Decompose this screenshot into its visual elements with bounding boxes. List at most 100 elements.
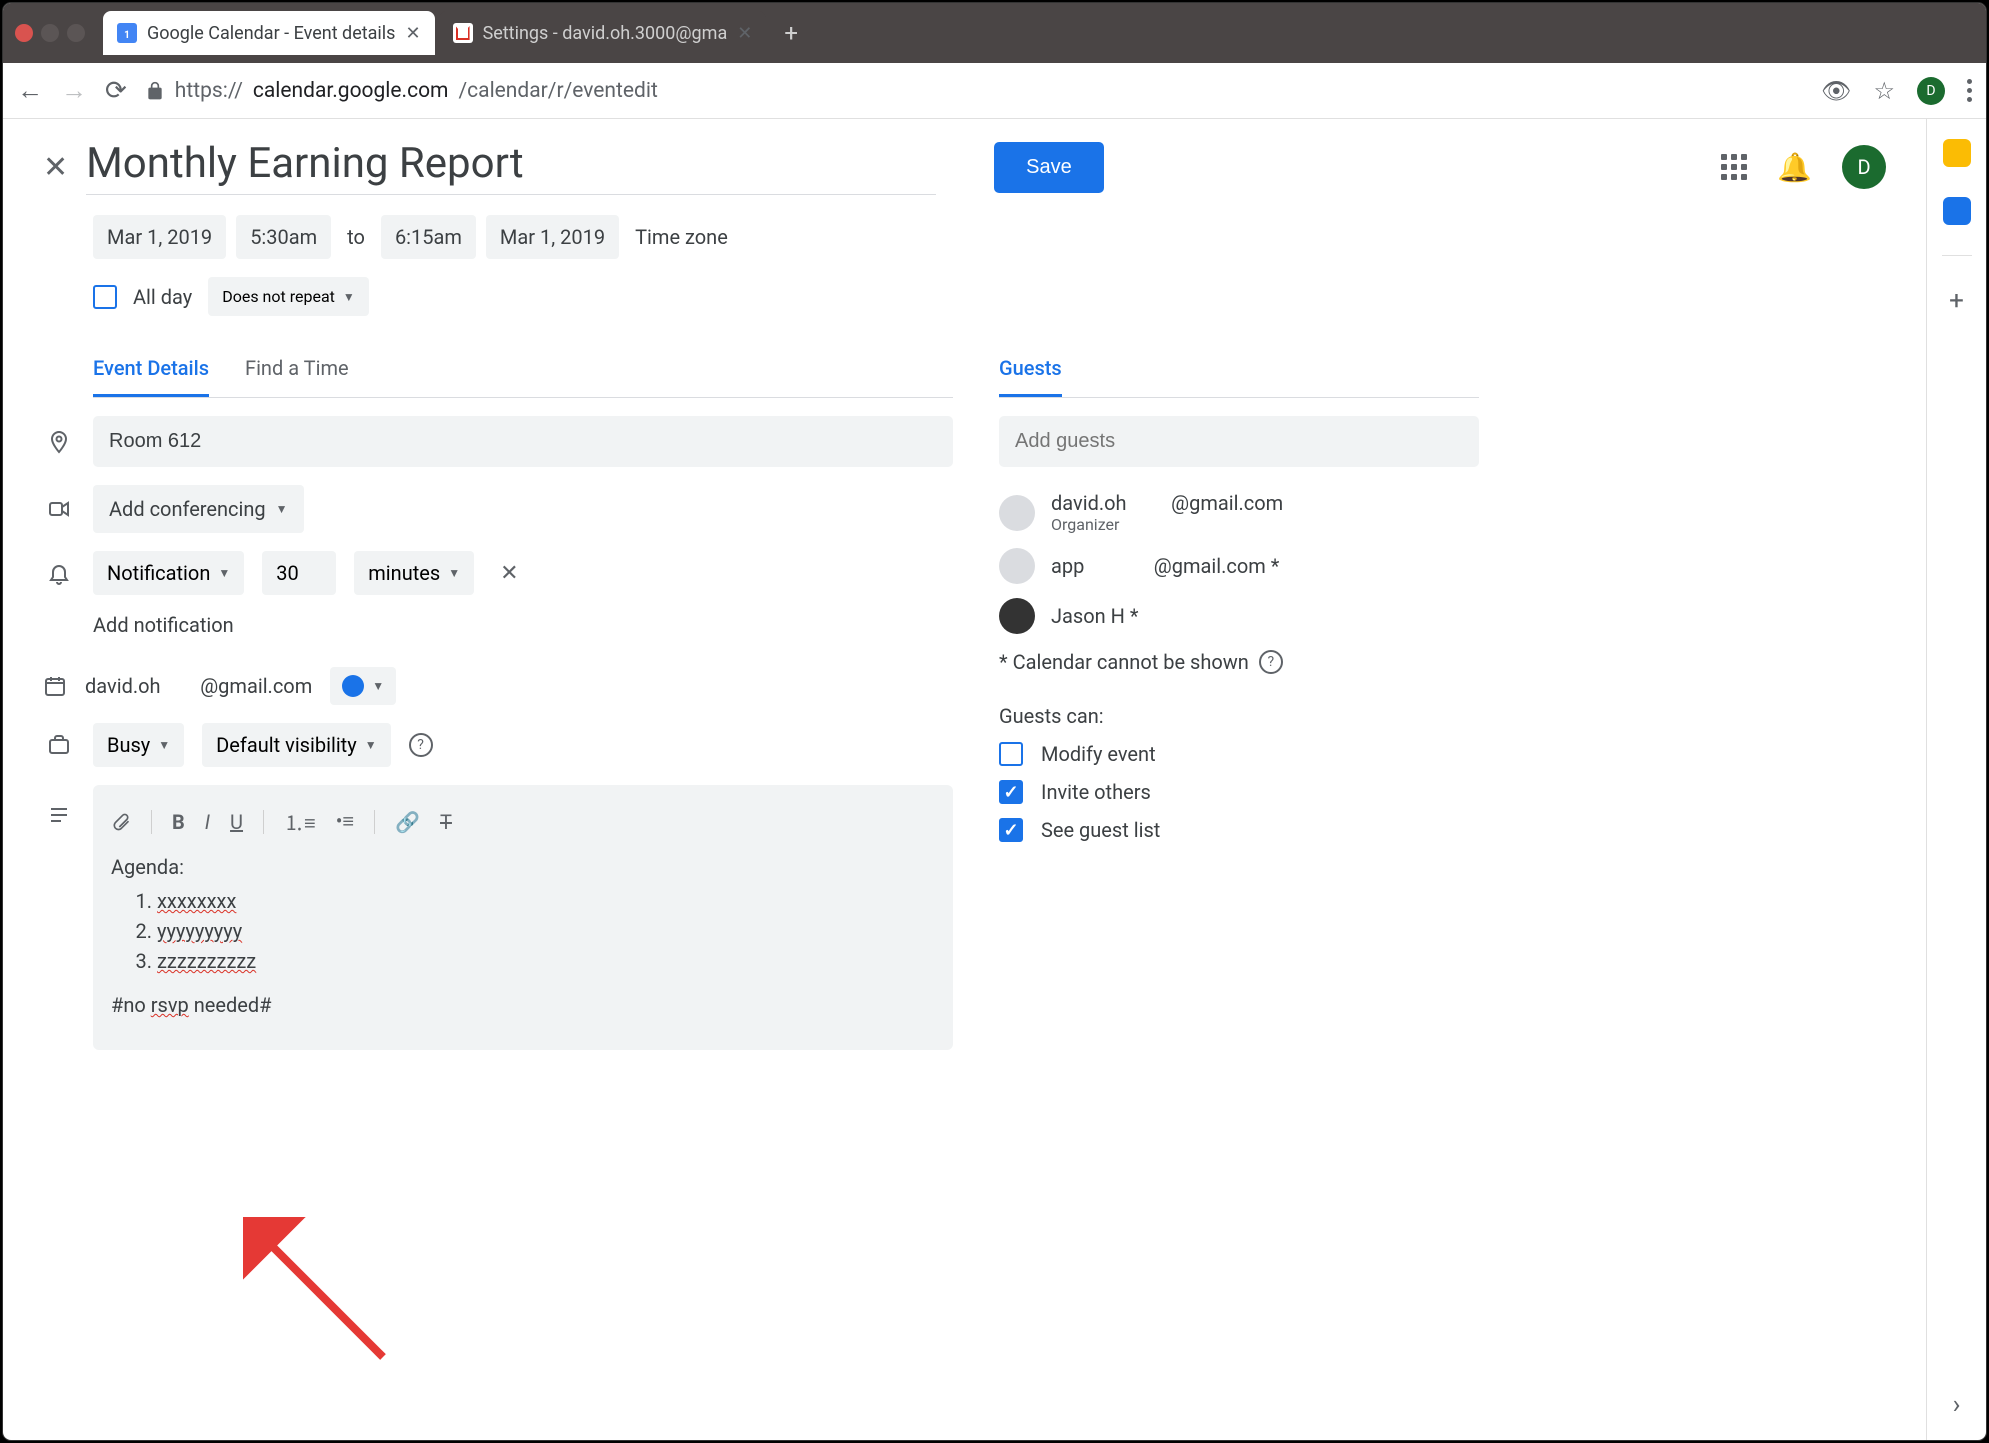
tab-title: Settings - david.oh.3000@gma bbox=[483, 23, 728, 44]
description-footer: #no rsvp needed# bbox=[111, 990, 935, 1020]
add-addon-button[interactable]: + bbox=[1949, 286, 1964, 316]
repeat-select[interactable]: Does not repeat ▼ bbox=[208, 277, 369, 316]
nav-forward-icon[interactable]: → bbox=[61, 75, 87, 106]
annotation-arrow-icon bbox=[243, 1217, 403, 1377]
guest-permissions-title: Guests can: bbox=[999, 704, 1479, 728]
add-guests-input[interactable] bbox=[999, 416, 1479, 467]
event-title-input[interactable]: Monthly Earning Report bbox=[86, 139, 936, 195]
attach-icon[interactable] bbox=[111, 812, 131, 832]
bold-icon[interactable]: B bbox=[172, 810, 185, 834]
gmail-favicon-icon bbox=[453, 23, 473, 43]
browser-tab-inactive[interactable]: Settings - david.oh.3000@gma ✕ bbox=[439, 11, 767, 55]
tab-find-a-time[interactable]: Find a Time bbox=[245, 356, 349, 397]
perm-label: Modify event bbox=[1041, 742, 1156, 766]
notification-unit-select[interactable]: minutes▼ bbox=[354, 551, 474, 595]
rail-divider bbox=[1942, 255, 1972, 256]
url-display[interactable]: https:// calendar.google.com/calendar/r/e… bbox=[145, 79, 1803, 103]
tab-close-icon[interactable]: ✕ bbox=[737, 23, 752, 44]
keep-icon[interactable] bbox=[1943, 139, 1971, 167]
chevron-down-icon: ▼ bbox=[218, 566, 230, 580]
tab-close-icon[interactable]: ✕ bbox=[405, 23, 420, 44]
end-time-input[interactable]: 6:15am bbox=[381, 215, 476, 259]
notification-value-input[interactable]: 30 bbox=[262, 551, 336, 595]
browser-address-bar: ← → ⟳ https:// calendar.google.com/calend… bbox=[3, 63, 1986, 119]
side-panel: + › bbox=[1926, 119, 1986, 1440]
chevron-down-icon: ▼ bbox=[158, 738, 170, 752]
google-apps-icon[interactable] bbox=[1721, 154, 1747, 180]
save-button[interactable]: Save bbox=[994, 142, 1104, 193]
all-day-checkbox[interactable] bbox=[93, 285, 117, 309]
start-date-input[interactable]: Mar 1, 2019 bbox=[93, 215, 226, 259]
guest-avatar-icon bbox=[999, 495, 1035, 531]
location-input[interactable] bbox=[93, 416, 953, 467]
remove-notification-button[interactable]: ✕ bbox=[500, 561, 518, 586]
bulleted-list-icon[interactable]: •≡ bbox=[336, 809, 354, 834]
guest-row[interactable]: Jason H * bbox=[999, 598, 1479, 634]
perm-label: See guest list bbox=[1041, 818, 1160, 842]
guest-row[interactable]: david.oh @gmail.com Organizer bbox=[999, 491, 1479, 534]
account-avatar[interactable]: D bbox=[1842, 145, 1886, 189]
nav-back-icon[interactable]: ← bbox=[17, 75, 43, 106]
notification-bell-icon bbox=[43, 561, 75, 585]
new-tab-button[interactable]: + bbox=[770, 19, 812, 47]
clear-format-icon[interactable]: T bbox=[440, 810, 452, 834]
chevron-down-icon: ▼ bbox=[276, 502, 288, 516]
note-help-icon[interactable]: ? bbox=[1259, 650, 1283, 674]
visibility-select[interactable]: Default visibility▼ bbox=[202, 723, 390, 767]
end-date-input[interactable]: Mar 1, 2019 bbox=[486, 215, 619, 259]
browser-menu-icon[interactable] bbox=[1967, 79, 1972, 102]
guest-role: Organizer bbox=[1051, 515, 1283, 534]
perm-label: Invite others bbox=[1041, 780, 1151, 804]
location-pin-icon bbox=[43, 430, 75, 454]
guest-avatar-icon bbox=[999, 548, 1035, 584]
chevron-down-icon: ▼ bbox=[448, 566, 460, 580]
timezone-button[interactable]: Time zone bbox=[629, 215, 734, 259]
expand-side-panel-icon[interactable]: › bbox=[1953, 1390, 1961, 1420]
chevron-down-icon: ▼ bbox=[372, 679, 384, 693]
guest-email: Jason H * bbox=[1051, 604, 1139, 628]
guest-email: david.oh @gmail.com bbox=[1051, 491, 1283, 515]
numbered-list-icon[interactable]: ⒈≡ bbox=[284, 807, 316, 836]
visibility-help-icon[interactable]: ? bbox=[409, 733, 433, 757]
bookmark-star-icon[interactable]: ☆ bbox=[1873, 77, 1895, 105]
italic-icon[interactable]: I bbox=[205, 810, 210, 834]
notification-type-select[interactable]: Notification▼ bbox=[93, 551, 244, 595]
tab-guests[interactable]: Guests bbox=[999, 356, 1062, 397]
add-notification-button[interactable]: Add notification bbox=[93, 613, 953, 637]
start-time-input[interactable]: 5:30am bbox=[236, 215, 331, 259]
calendar-favicon-icon: 1 bbox=[117, 23, 137, 43]
window-close-button[interactable] bbox=[15, 24, 33, 42]
list-item: zzzzzzzzzz bbox=[157, 949, 256, 973]
description-editor[interactable]: Agenda: xxxxxxxx yyyyyyyyy zzzzzzzzzz #n… bbox=[111, 852, 935, 1020]
tasks-icon[interactable] bbox=[1943, 197, 1971, 225]
perm-modify-checkbox[interactable] bbox=[999, 742, 1023, 766]
url-prefix: https:// bbox=[175, 79, 243, 103]
calendar-color-select[interactable]: ▼ bbox=[330, 667, 396, 705]
tab-event-details[interactable]: Event Details bbox=[93, 356, 209, 397]
nav-reload-icon[interactable]: ⟳ bbox=[105, 76, 127, 106]
perm-guestlist-checkbox[interactable] bbox=[999, 818, 1023, 842]
perm-invite-checkbox[interactable] bbox=[999, 780, 1023, 804]
window-maximize-button[interactable] bbox=[67, 24, 85, 42]
url-domain: calendar.google.com bbox=[253, 79, 449, 103]
description-icon bbox=[43, 803, 75, 827]
link-icon[interactable]: 🔗 bbox=[395, 810, 420, 834]
underline-icon[interactable]: U bbox=[230, 810, 243, 834]
video-camera-icon bbox=[43, 497, 75, 521]
availability-select[interactable]: Busy▼ bbox=[93, 723, 184, 767]
browser-tab-active[interactable]: 1 Google Calendar - Event details ✕ bbox=[103, 11, 435, 55]
guest-avatar-icon bbox=[999, 598, 1035, 634]
privacy-eye-icon[interactable]: 👁 bbox=[1821, 77, 1851, 105]
editor-toolbar: B I U ⒈≡ •≡ 🔗 T bbox=[111, 801, 935, 852]
guest-row[interactable]: app @gmail.com * bbox=[999, 548, 1479, 584]
tab-title: Google Calendar - Event details bbox=[147, 23, 395, 44]
close-event-button[interactable]: ✕ bbox=[43, 150, 68, 185]
guest-email: app @gmail.com * bbox=[1051, 554, 1279, 578]
add-conferencing-select[interactable]: Add conferencing ▼ bbox=[93, 485, 304, 533]
profile-avatar[interactable]: D bbox=[1917, 77, 1945, 105]
url-path: /calendar/r/eventedit bbox=[458, 79, 657, 103]
notifications-bell-icon[interactable]: 🔔 bbox=[1777, 151, 1812, 184]
window-minimize-button[interactable] bbox=[41, 24, 59, 42]
chevron-down-icon: ▼ bbox=[343, 290, 355, 304]
lock-icon bbox=[145, 81, 165, 101]
